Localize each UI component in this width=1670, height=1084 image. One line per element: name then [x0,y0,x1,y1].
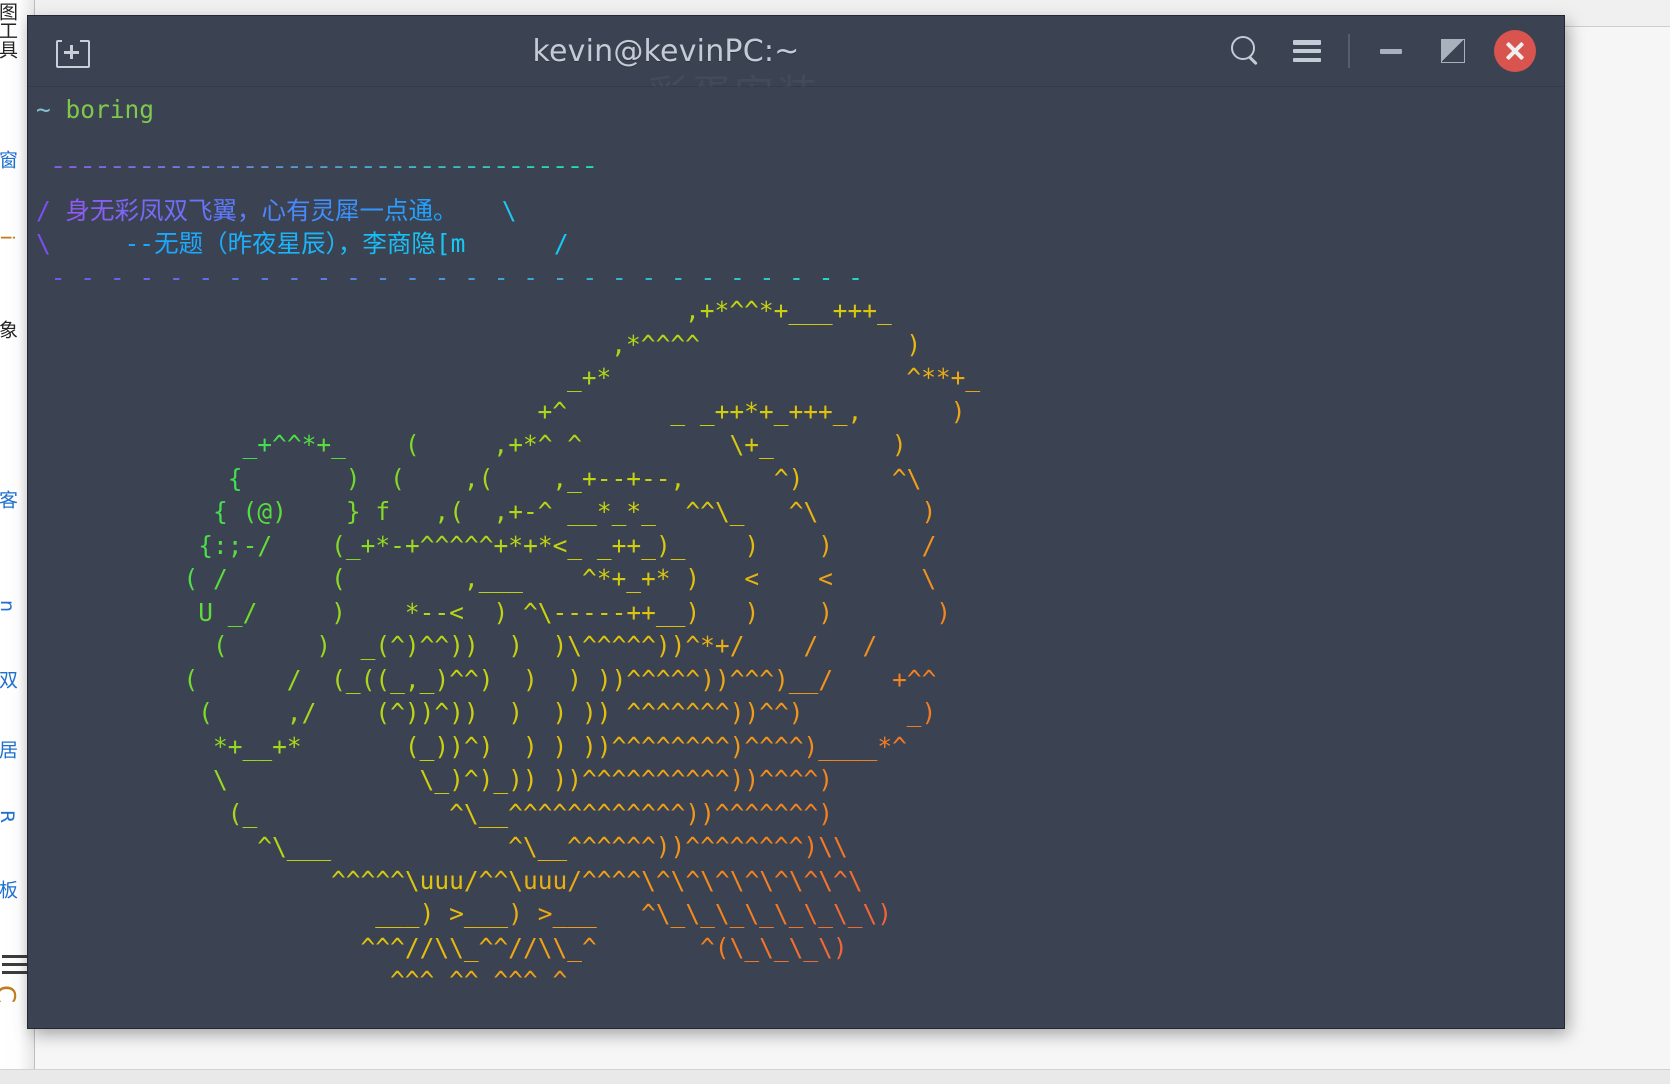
screenshot-root: 图工具 窗 i 象 客 n 双 居 R 板 C 彩蛋安装 [0,0,1670,1084]
new-tab-icon [56,36,90,68]
background-col-text: 客 [0,490,18,509]
terminal-titlebar[interactable]: 彩蛋安装 kevin@kevinPC:~ [28,16,1564,118]
menu-button[interactable] [1276,20,1338,82]
background-col-text: R [0,810,18,824]
scroll-mark [2,955,30,958]
titlebar-separator [1348,34,1350,68]
search-button[interactable] [1214,20,1276,82]
terminal-output: ~ boring ¯¯¯¯¯¯¯¯¯¯¯¯¯¯¯¯¯¯¯¯¯¯¯¯¯¯¯¯¯¯¯… [36,93,1564,1028]
search-icon [1230,36,1260,66]
minimize-button[interactable] [1360,20,1422,82]
background-col-text: 窗 [0,150,18,169]
background-col-text: 双 [0,670,18,689]
background-col-glyph: C [0,985,20,1004]
terminal-screen[interactable]: ~ boring ¯¯¯¯¯¯¯¯¯¯¯¯¯¯¯¯¯¯¯¯¯¯¯¯¯¯¯¯¯¯¯… [28,87,1564,1028]
minimize-icon [1380,48,1402,54]
background-col-text: i [0,235,18,241]
window-title: kevin@kevinPC:~ [532,33,800,69]
new-tab-button[interactable] [28,36,118,68]
background-col-text: 图工具 [0,2,18,59]
maximize-button[interactable] [1422,20,1484,82]
background-col-text: 居 [0,740,18,759]
maximize-icon [1441,39,1465,63]
scroll-mark [2,963,30,966]
terminal-window: 彩蛋安装 kevin@kevinPC:~ [28,16,1564,1028]
scroll-mark [2,971,30,974]
hamburger-menu-icon [1293,40,1321,62]
background-col-text: n [0,600,18,613]
close-icon [1494,30,1536,72]
titlebar-controls [1214,20,1564,82]
background-col-text: 象 [0,320,18,339]
close-button[interactable] [1484,20,1546,82]
background-col-text: 板 [0,880,18,899]
background-status-bar [0,1069,1670,1084]
